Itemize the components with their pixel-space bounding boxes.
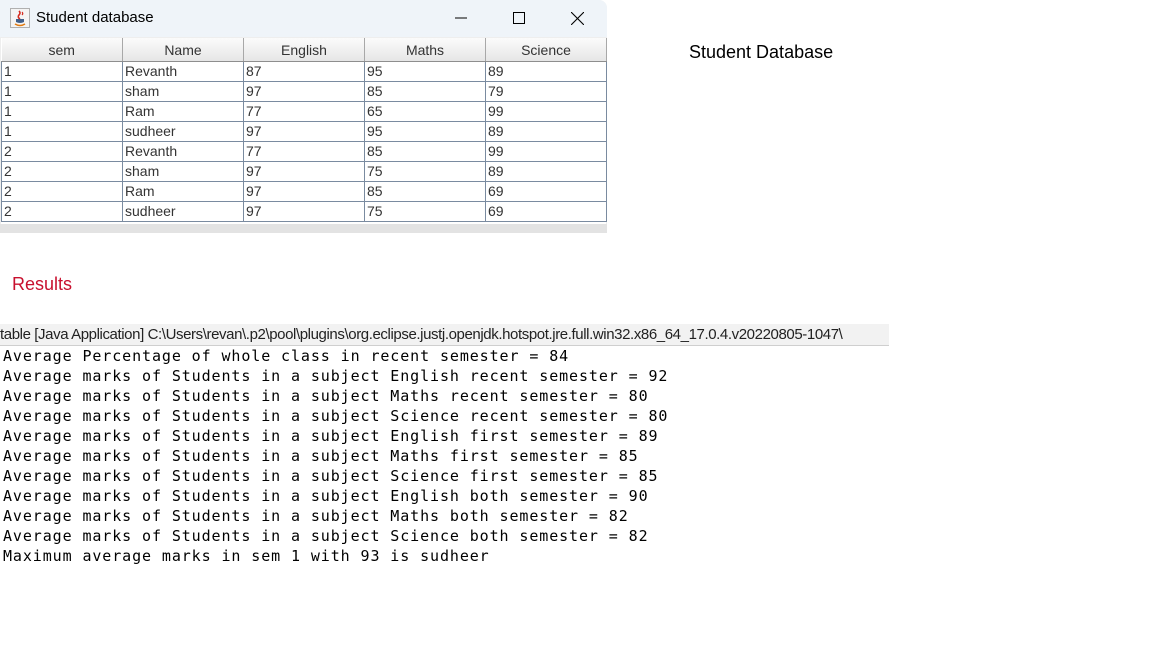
close-button[interactable] (554, 0, 600, 37)
column-header-science[interactable]: Science (485, 38, 607, 62)
console-line: Average marks of Students in a subject E… (3, 367, 669, 385)
cell-english[interactable]: 97 (243, 201, 365, 222)
close-icon (571, 12, 584, 25)
cell-sem[interactable]: 2 (1, 181, 123, 202)
cell-maths[interactable]: 65 (364, 101, 486, 122)
cell-maths[interactable]: 75 (364, 201, 486, 222)
cell-sem[interactable]: 1 (1, 121, 123, 142)
page-title: Student Database (689, 42, 834, 62)
cell-name[interactable]: Ram (122, 101, 244, 122)
cell-name[interactable]: Ram (122, 181, 244, 202)
cell-name[interactable]: Revanth (122, 141, 244, 162)
cell-name[interactable]: sham (122, 81, 244, 102)
console-launch-header: table [Java Application] C:\Users\revan\… (0, 324, 889, 346)
console-line: Average marks of Students in a subject S… (3, 467, 659, 485)
cell-english[interactable]: 77 (243, 101, 365, 122)
results-heading: Results (12, 274, 73, 294)
cell-name[interactable]: sham (122, 161, 244, 182)
console-line: Average marks of Students in a subject E… (3, 487, 649, 505)
maximize-icon (513, 12, 525, 24)
console-line: Average marks of Students in a subject E… (3, 427, 659, 445)
console-line: Average Percentage of whole class in rec… (3, 347, 570, 365)
table-row[interactable]: 1 Revanth 87 95 89 (1, 61, 607, 82)
cell-science[interactable]: 89 (485, 61, 607, 82)
minimize-button[interactable] (438, 0, 484, 37)
cell-sem[interactable]: 1 (1, 81, 123, 102)
cell-science[interactable]: 99 (485, 141, 607, 162)
column-header-english[interactable]: English (243, 38, 365, 62)
table-row[interactable]: 2 sham 97 75 89 (1, 161, 607, 182)
table-row[interactable]: 2 Ram 97 85 69 (1, 181, 607, 202)
cell-science[interactable]: 89 (485, 161, 607, 182)
cell-name[interactable]: sudheer (122, 201, 244, 222)
maximize-button[interactable] (496, 0, 542, 37)
cell-sem[interactable]: 2 (1, 161, 123, 182)
console-line: Average marks of Students in a subject M… (3, 447, 639, 465)
cell-maths[interactable]: 85 (364, 181, 486, 202)
cell-english[interactable]: 97 (243, 81, 365, 102)
table-row[interactable]: 1 sudheer 97 95 89 (1, 121, 607, 142)
cell-english[interactable]: 87 (243, 61, 365, 82)
cell-maths[interactable]: 75 (364, 161, 486, 182)
cell-english[interactable]: 97 (243, 161, 365, 182)
cell-science[interactable]: 69 (485, 201, 607, 222)
student-table: sem Name English Maths Science 1 Revanth… (1, 38, 607, 222)
student-table-viewport[interactable]: sem Name English Maths Science 1 Revanth… (1, 38, 607, 224)
cell-science[interactable]: 79 (485, 81, 607, 102)
column-header-maths[interactable]: Maths (364, 38, 486, 62)
minimize-icon (455, 17, 467, 19)
column-header-sem[interactable]: sem (1, 38, 123, 62)
cell-maths[interactable]: 95 (364, 61, 486, 82)
console-line: Average marks of Students in a subject S… (3, 527, 649, 545)
table-row[interactable]: 2 sudheer 97 75 69 (1, 201, 607, 222)
cell-sem[interactable]: 1 (1, 61, 123, 82)
table-row[interactable]: 1 sham 97 85 79 (1, 81, 607, 102)
table-header-row: sem Name English Maths Science (1, 38, 607, 62)
java-coffee-icon (10, 8, 30, 28)
cell-science[interactable]: 99 (485, 101, 607, 122)
cell-maths[interactable]: 85 (364, 141, 486, 162)
console-line: Maximum average marks in sem 1 with 93 i… (3, 547, 490, 565)
cell-sem[interactable]: 2 (1, 201, 123, 222)
cell-name[interactable]: sudheer (122, 121, 244, 142)
cell-maths[interactable]: 95 (364, 121, 486, 142)
window-titlebar[interactable]: Student database (0, 0, 607, 37)
cell-english[interactable]: 97 (243, 181, 365, 202)
cell-sem[interactable]: 1 (1, 101, 123, 122)
cell-science[interactable]: 89 (485, 121, 607, 142)
window-title: Student database (36, 9, 154, 26)
student-database-window: Student database sem Name English Maths … (0, 0, 607, 233)
cell-english[interactable]: 97 (243, 121, 365, 142)
table-row[interactable]: 1 Ram 77 65 99 (1, 101, 607, 122)
cell-sem[interactable]: 2 (1, 141, 123, 162)
table-row[interactable]: 2 Revanth 77 85 99 (1, 141, 607, 162)
cell-maths[interactable]: 85 (364, 81, 486, 102)
column-header-name[interactable]: Name (122, 38, 244, 62)
window-bottom-edge (0, 224, 607, 233)
cell-english[interactable]: 77 (243, 141, 365, 162)
cell-science[interactable]: 69 (485, 181, 607, 202)
console-line: Average marks of Students in a subject S… (3, 407, 669, 425)
console-line: Average marks of Students in a subject M… (3, 387, 649, 405)
console-line: Average marks of Students in a subject M… (3, 507, 629, 525)
cell-name[interactable]: Revanth (122, 61, 244, 82)
console-output: Average Percentage of whole class in rec… (3, 347, 668, 567)
